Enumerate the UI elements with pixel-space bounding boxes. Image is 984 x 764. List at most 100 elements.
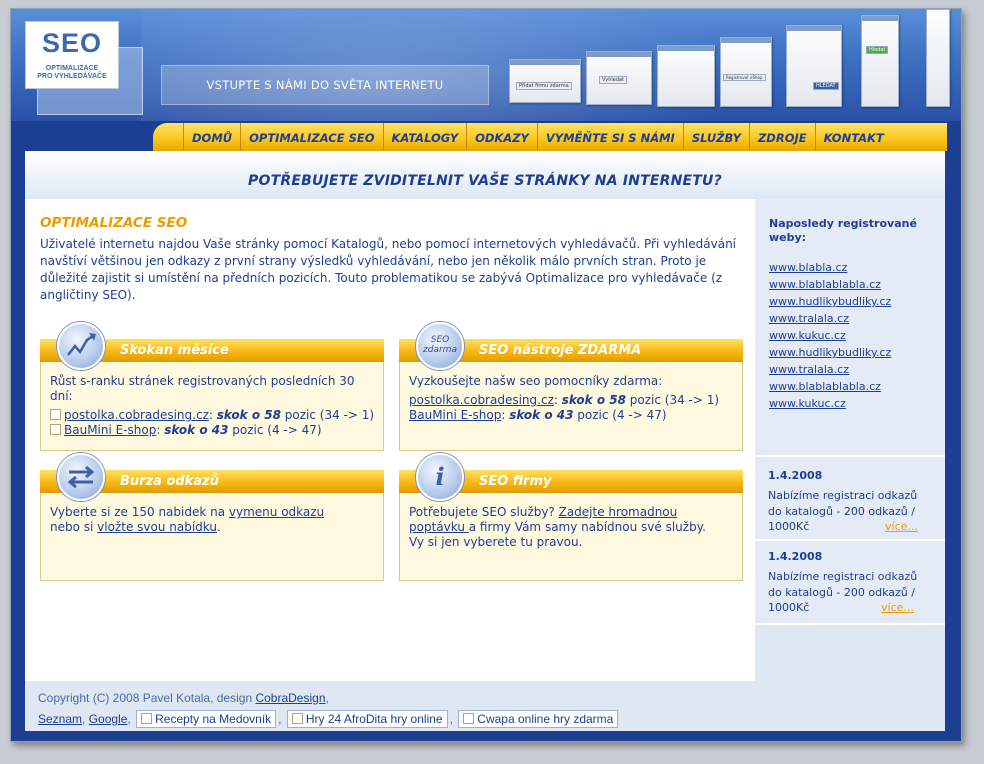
text-part: Vyberte si ze 150 nabidek na — [50, 505, 229, 519]
box-skokan-mesice: Skokan měsíce Růst s-ranku stránek regis… — [40, 322, 384, 451]
copyright: Copyright (C) 2008 Pavel Kotala, design … — [38, 691, 329, 705]
link-baumini[interactable]: BauMini E-shop — [409, 408, 501, 422]
nav-item-domu[interactable]: DOMŮ — [183, 123, 240, 151]
thumb-button: Vyhledat — [599, 76, 628, 84]
header: SEO OPTIMALIZACE PRO VYHLEDÁVAČE VSTUPTE… — [11, 9, 961, 121]
thumb-button: Registrovat eShop — [723, 74, 766, 81]
nav-item-vymente-si-s-nami[interactable]: VYMĚŇTE SI S NÁMI — [536, 123, 683, 151]
header-screenshots: Přidat firmu zdarma Vyhledat Registrovat… — [506, 9, 961, 109]
intro-text: Uživatelé internetu najdou Vaše stránky … — [40, 237, 737, 302]
recent-sites-block: Naposledy registrované weby: www.blabla.… — [755, 199, 945, 457]
link-google[interactable]: Google — [89, 712, 128, 726]
box-title: Burza odkazů — [120, 474, 219, 489]
icon-text: zdarma — [423, 345, 457, 355]
footer: Copyright (C) 2008 Pavel Kotala, design … — [25, 681, 945, 731]
box-body: Potřebujete SEO služby? Zadejte hromadno… — [409, 505, 734, 550]
banner-label: Hry 24 AfroDita hry online — [305, 712, 443, 726]
list-item: postolka.cobradesing.cz: skok o 58 pozic… — [409, 393, 734, 408]
link-postolka[interactable]: postolka.cobradesing.cz — [409, 393, 554, 407]
footer-banner-cwapa[interactable]: Cwapa online hry zdarma — [458, 710, 619, 728]
banner-icon — [141, 713, 153, 724]
nav-item-katalogy[interactable]: KATALOGY — [382, 123, 467, 151]
text-part: nebo si — [50, 520, 98, 534]
separator: , — [82, 712, 86, 726]
recent-site-link[interactable]: www.tralala.cz — [769, 361, 891, 378]
news-date: 1.4.2008 — [768, 550, 823, 563]
position-change: pozic (4 -> 47) — [573, 408, 667, 422]
bullet-icon — [50, 424, 61, 435]
nav-item-zdroje[interactable]: ZDROJE — [748, 123, 815, 151]
separator: , — [127, 712, 131, 726]
content-panel: POTŘEBUJETE ZVIDITELNIT VAŠE STRÁNKY NA … — [25, 151, 945, 681]
jump-value: skok o 58 — [561, 393, 626, 407]
header-slogan: VSTUPTE S NÁMI DO SVĚTA INTERNETU — [161, 65, 489, 105]
seo-zdarma-icon: SEO zdarma — [416, 322, 464, 370]
recent-site-link[interactable]: www.blabla.cz — [769, 259, 891, 276]
jump-value: skok o 43 — [164, 423, 229, 437]
thumb-button: HLEDAT — [813, 82, 839, 90]
position-change: pozic (4 -> 47) — [228, 423, 322, 437]
recent-sites-list: www.blabla.cz www.blablablabla.cz www.hu… — [769, 259, 891, 412]
position-change: pozic (34 -> 1) — [625, 393, 720, 407]
link-cobradesign[interactable]: CobraDesign — [255, 691, 325, 705]
box-text: Potřebujete SEO služby? Zadejte hromadno… — [409, 505, 734, 535]
sidebar-heading: Naposledy registrované weby: — [769, 217, 917, 244]
nav-item-sluzby[interactable]: SLUŽBY — [682, 123, 749, 151]
box-title: SEO firmy — [479, 474, 552, 489]
screenshot-thumb — [926, 9, 950, 107]
copyright-text: Copyright (C) 2008 Pavel Kotala, design — [38, 691, 256, 705]
box-text: Vyberte si ze 150 nabidek na vymenu odka… — [50, 505, 375, 520]
recent-site-link[interactable]: www.kukuc.cz — [769, 327, 891, 344]
recent-site-link[interactable]: www.hudlikybudliky.cz — [769, 344, 891, 361]
news-item: 1.4.2008 Nabízíme registraci odkazů do k… — [755, 541, 945, 625]
link-postolka[interactable]: postolka.cobradesing.cz — [64, 408, 209, 422]
chart-growth-icon — [57, 322, 105, 370]
link-vlozte-nabidku[interactable]: vložte svou nabídku — [97, 520, 217, 534]
logo[interactable]: SEO OPTIMALIZACE PRO VYHLEDÁVAČE — [25, 21, 119, 89]
banner-icon — [463, 713, 475, 724]
footer-banner-hry24[interactable]: Hry 24 AfroDita hry online — [286, 710, 448, 728]
nav-item-optimalizace-seo[interactable]: OPTIMALIZACE SEO — [240, 123, 382, 151]
icon-text: SEO — [430, 335, 450, 345]
link-seznam[interactable]: Seznam — [38, 712, 82, 726]
box-text: Vy si jen vyberete tu pravou. — [409, 535, 583, 549]
box-body: Růst s-ranku stránek registrovaných posl… — [50, 374, 375, 438]
box-seo-nastroje: SEO nástroje ZDARMA SEO zdarma Vyzkoušej… — [399, 322, 743, 451]
screenshot-thumb — [657, 45, 715, 107]
text-part: a firmy Vám samy nabídnou své služby. — [468, 520, 706, 534]
jump-value: skok o 43 — [509, 408, 574, 422]
screenshot-thumb: Vyhledat — [586, 51, 652, 105]
separator: : — [553, 393, 562, 407]
list-item: BauMini E-shop: skok o 43 pozic (4 -> 47… — [50, 423, 375, 438]
news-item: 1.4.2008 Nabízíme registraci odkazů do k… — [755, 457, 945, 541]
separator: , — [278, 712, 282, 726]
link-baumini[interactable]: BauMini E-shop — [64, 423, 156, 437]
main-column: OPTIMALIZACE SEO Uživatelé internetu naj… — [25, 199, 755, 681]
bullet-icon — [50, 409, 61, 420]
recent-site-link[interactable]: www.tralala.cz — [769, 310, 891, 327]
thumb-button: Přidat firmu zdarma — [516, 82, 572, 90]
tagline: POTŘEBUJETE ZVIDITELNIT VAŠE STRÁNKY NA … — [248, 173, 722, 189]
nav-item-odkazy[interactable]: ODKAZY — [466, 123, 537, 151]
recent-site-link[interactable]: www.blablablabla.cz — [769, 378, 891, 395]
recent-site-link[interactable]: www.kukuc.cz — [769, 395, 891, 412]
page-title: OPTIMALIZACE SEO — [40, 215, 188, 231]
main-nav: DOMŮ OPTIMALIZACE SEO KATALOGY ODKAZY VY… — [153, 123, 947, 151]
list-item: BauMini E-shop: skok o 43 pozic (4 -> 47… — [409, 408, 734, 423]
text-part: . — [216, 520, 221, 534]
recent-site-link[interactable]: www.blablablabla.cz — [769, 276, 891, 293]
logo-subtitle: OPTIMALIZACE PRO VYHLEDÁVAČE — [26, 65, 118, 81]
news-more-link[interactable]: více... — [885, 519, 918, 535]
recent-site-link[interactable]: www.hudlikybudliky.cz — [769, 293, 891, 310]
box-burza-odkazu: Burza odkazů Vyberte si ze 150 nabidek n… — [40, 453, 384, 581]
separator: , — [325, 691, 329, 705]
link-vymenu-odkazu[interactable]: vymenu odkazu — [229, 505, 324, 519]
news-more-link[interactable]: více... — [881, 600, 914, 616]
footer-links: Seznam, Google, Recepty na Medovník, Hry… — [38, 710, 620, 728]
footer-banner-recepty[interactable]: Recepty na Medovník — [136, 710, 277, 728]
list-item: postolka.cobradesing.cz: skok o 58 pozic… — [50, 408, 375, 423]
banner-label: Recepty na Medovník — [155, 712, 272, 726]
box-text: Růst s-ranku stránek registrovaných posl… — [50, 374, 355, 403]
logo-title: SEO — [41, 28, 103, 58]
nav-item-kontakt[interactable]: KONTAKT — [814, 123, 892, 151]
